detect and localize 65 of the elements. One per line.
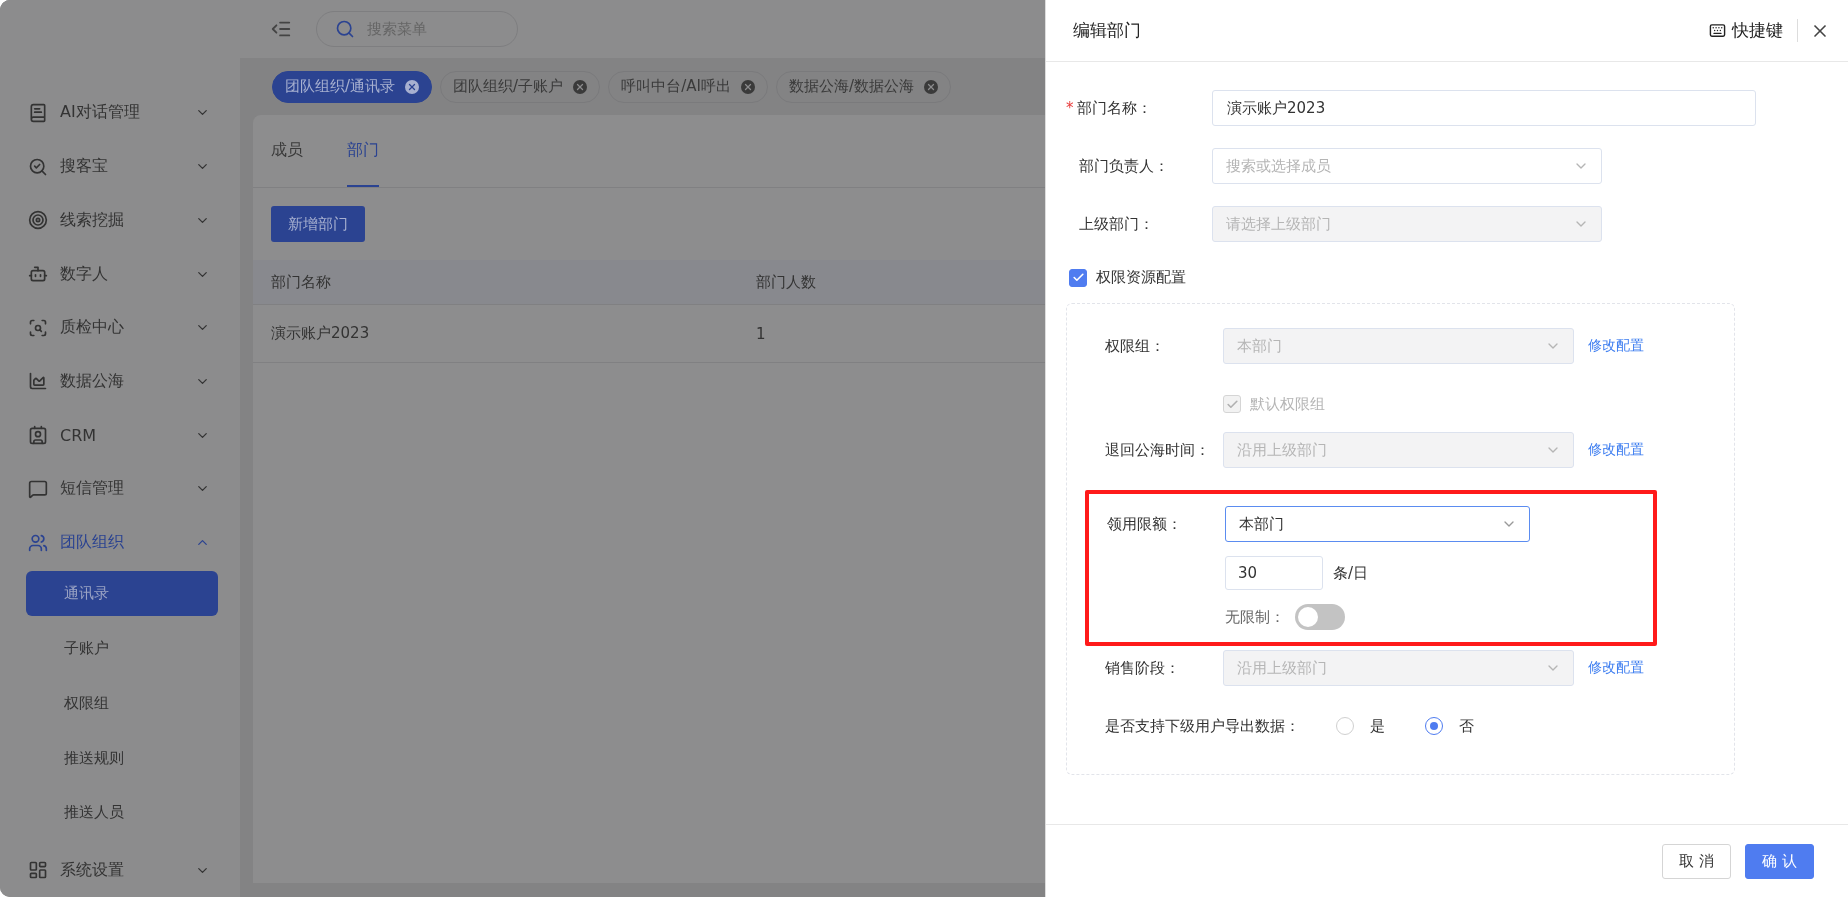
name-input[interactable]: 演示账户2023 [1212,90,1756,126]
checkbox-label: 权限资源配置 [1096,268,1186,287]
scan-icon [28,317,48,338]
field-label: * 部门名称： [1066,98,1153,118]
close-icon[interactable] [405,79,420,94]
sidebar-item[interactable]: CRM [0,408,240,463]
unit-label: 条/日 [1333,563,1369,583]
robot-icon [28,264,48,284]
field-label: 销售阶段： [1105,658,1181,678]
users-icon [28,532,48,553]
check-icon [1071,271,1085,284]
sidebar-item[interactable]: 线索挖掘 [0,193,240,248]
page-tag[interactable]: 团队组织/通讯录 [272,70,433,103]
sidebar-item[interactable]: 数字人 [0,247,240,301]
chat-icon [28,478,48,499]
close-icon[interactable] [923,79,938,94]
column-header: 部门人数 [755,272,817,292]
checkbox-label: 默认权限组 [1250,394,1325,414]
sidebar-subitem[interactable]: 子账户 [26,626,218,671]
close-icon[interactable] [740,79,755,94]
cancel-button[interactable]: 取 消 [1662,843,1731,879]
drawer-title: 编辑部门 [1073,19,1142,42]
keyboard-icon [1709,22,1726,39]
sidebar-subitem[interactable]: 通讯录 [26,571,218,617]
close-icon[interactable] [573,79,588,94]
select-field[interactable]: 搜索或选择成员 [1212,148,1602,184]
sidebar-subitem[interactable]: 推送人员 [26,790,218,836]
shortcut-button[interactable]: 快捷键 [1709,19,1798,42]
radio-label: 否 [1459,716,1474,736]
sidebar-item[interactable]: 短信管理 [0,462,240,516]
sidebar-item[interactable]: AI对话管理 [0,86,240,140]
checkbox[interactable] [1069,268,1087,287]
field-label: 退回公海时间： [1105,440,1211,460]
field-label: 是否支持下级用户导出数据： [1105,716,1300,736]
search-icon [335,19,355,39]
dashboard-icon [28,860,48,881]
area-chart-icon [28,371,48,392]
field-label: 权限组： [1105,336,1166,356]
field-label: 上级部门： [1078,214,1155,234]
table-cell-text: 演示账户2023 [270,324,371,343]
sidebar-item[interactable]: 团队组织 [0,515,240,570]
search-check-icon [28,156,48,177]
radio-label: 是 [1370,716,1385,736]
target-icon [28,210,48,231]
table-cell-text: 1 [755,324,767,343]
field-label: 领用限额： [1107,514,1183,534]
tab[interactable]: 成员 [271,115,303,187]
field-label: 部门负责人： [1078,156,1170,176]
confirm-button[interactable]: 确 认 [1745,843,1814,879]
sidebar-subitem[interactable]: 推送规则 [26,735,218,781]
sidebar-item[interactable]: 质检中心 [0,300,240,355]
toggle-label: 无限制： [1225,607,1285,627]
sidebar-subitem[interactable]: 权限组 [26,681,218,726]
sidebar-item[interactable]: 搜客宝 [0,139,240,194]
contact-card-icon [28,425,48,446]
sidebar-item[interactable]: 数据公海 [0,354,240,409]
select-field[interactable]: 本部门 [1225,506,1530,542]
amount-input[interactable]: 30 [1225,556,1323,590]
column-header: 部门名称 [270,272,332,292]
toggle-switch[interactable] [1295,604,1345,630]
add-department-button[interactable]: 新增部门 [271,206,365,242]
check-icon [1225,397,1239,411]
sidebar-item[interactable]: 系统设置 [0,843,240,897]
tab[interactable]: 部门 [347,115,379,187]
book-icon [28,102,48,123]
